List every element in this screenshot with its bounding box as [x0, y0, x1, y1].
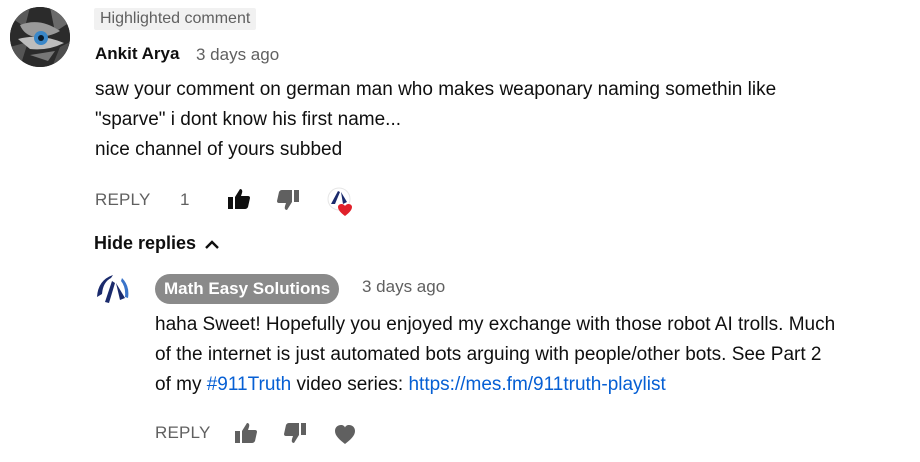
like-count: 1: [180, 190, 190, 209]
reply-text-line: of my #911Truth video series: https://me…: [155, 370, 915, 400]
hide-replies-label: Hide replies: [94, 233, 197, 253]
heart-icon[interactable]: [333, 423, 357, 450]
reply-text: haha Sweet! Hopefully you enjoyed my exc…: [155, 310, 915, 400]
reply-author-avatar[interactable]: [94, 272, 132, 310]
hide-replies-button[interactable]: Hide replies: [94, 233, 219, 254]
thumbs-up-icon[interactable]: [234, 422, 258, 449]
reply-button[interactable]: REPLY: [95, 190, 151, 210]
thumbs-down-icon[interactable]: [283, 422, 307, 449]
comment-timestamp[interactable]: 3 days ago: [196, 45, 279, 65]
thumbs-down-icon[interactable]: [276, 189, 300, 216]
comment-text: saw your comment on german man who makes…: [95, 75, 895, 165]
playlist-link[interactable]: https://mes.fm/911truth-playlist: [408, 374, 665, 395]
reply-timestamp[interactable]: 3 days ago: [362, 277, 445, 297]
comment-text-line: nice channel of yours subbed: [95, 139, 343, 160]
reply-text-segment: video series:: [291, 374, 409, 395]
chevron-up-icon: [205, 240, 219, 250]
reply-author-name-pill[interactable]: Math Easy Solutions: [155, 274, 340, 304]
reply-button[interactable]: REPLY: [155, 423, 211, 443]
comment-text-line: saw your comment on german man who makes…: [95, 79, 777, 100]
highlighted-comment-badge: Highlighted comment: [94, 8, 257, 30]
comment-text-line: "sparve" i dont know his first name...: [95, 109, 402, 130]
reply-text-line: haha Sweet! Hopefully you enjoyed my exc…: [155, 314, 836, 335]
thumbs-up-icon[interactable]: [227, 188, 251, 215]
commenter-name[interactable]: Ankit Arya: [95, 44, 179, 64]
creator-heart-icon: [326, 186, 360, 221]
commenter-avatar[interactable]: [10, 7, 70, 67]
reply-text-segment: of my: [155, 374, 207, 395]
reply-text-line: of the internet is just automated bots a…: [155, 344, 822, 365]
hashtag-link[interactable]: #911Truth: [207, 374, 292, 395]
